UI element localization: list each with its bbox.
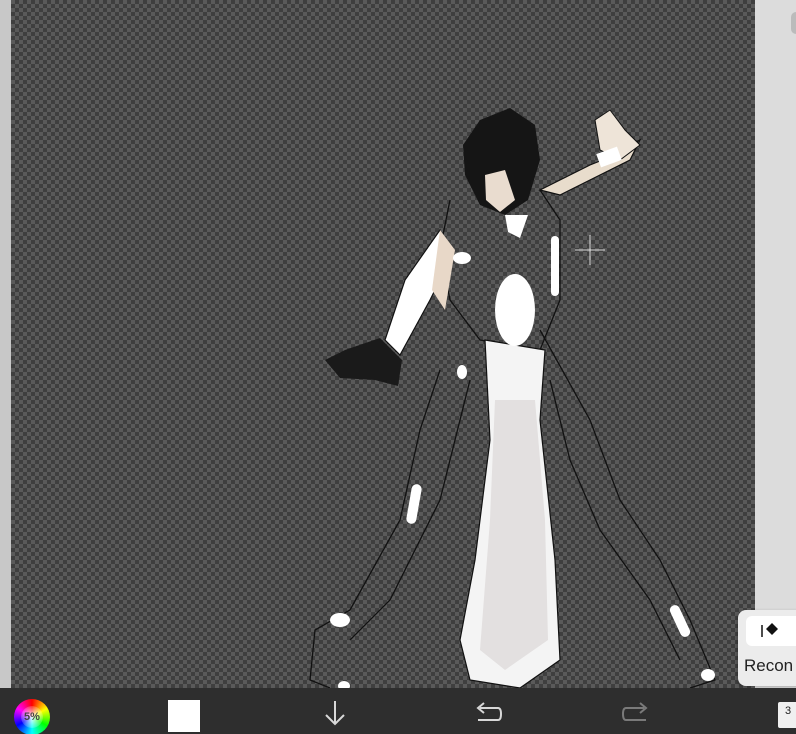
- undo-icon[interactable]: [472, 702, 502, 726]
- drawing-canvas[interactable]: [11, 0, 755, 688]
- artwork: [309, 108, 716, 688]
- bottom-toolbar: 5% 3: [0, 688, 796, 734]
- brush-size-label: 5%: [21, 706, 43, 728]
- layers-count: 3: [784, 705, 792, 717]
- right-panel: [755, 0, 796, 688]
- fill-bucket-button[interactable]: [746, 616, 796, 646]
- left-gutter: [0, 0, 11, 688]
- arrow-down-icon[interactable]: [322, 698, 348, 728]
- color-wheel-icon[interactable]: 5%: [14, 699, 50, 734]
- fill-bucket-icon: [760, 620, 782, 643]
- panel-handle[interactable]: [791, 12, 796, 34]
- current-color-swatch[interactable]: [168, 700, 200, 732]
- reconstruct-popup: Recon: [738, 610, 796, 686]
- redo-icon[interactable]: [622, 702, 652, 726]
- app-window: Recon 5% 3: [0, 0, 796, 734]
- popup-label: Recon: [744, 656, 794, 675]
- layers-button[interactable]: 3: [778, 702, 796, 728]
